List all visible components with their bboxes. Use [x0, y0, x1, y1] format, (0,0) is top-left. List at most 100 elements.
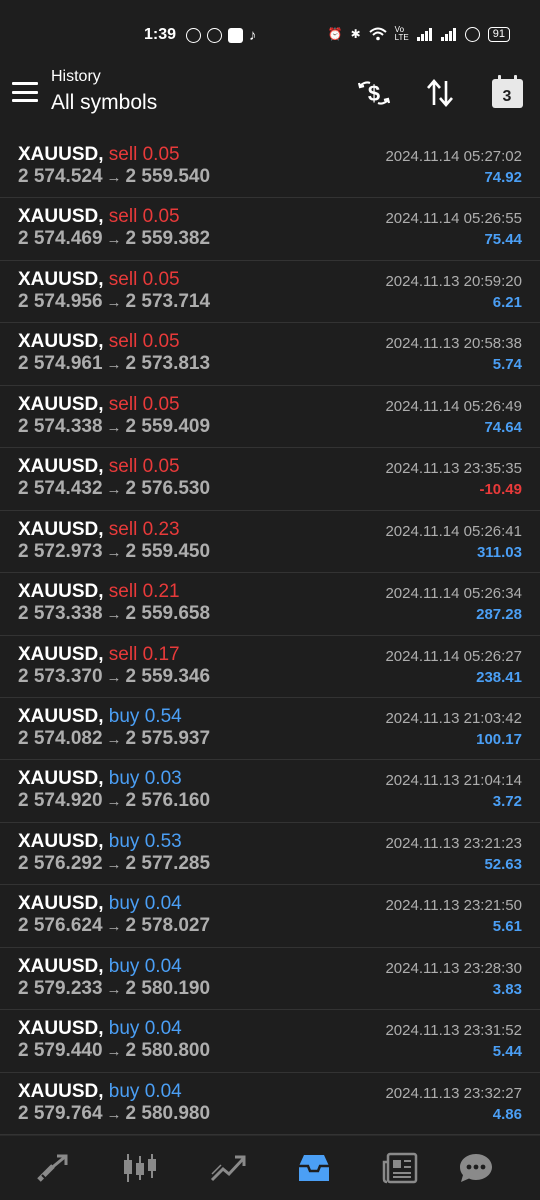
trade-side-label: sell — [108, 456, 138, 478]
currency-exchange-icon[interactable]: $ — [356, 76, 392, 110]
trade-profit: 5.61 — [492, 918, 522, 936]
trade-side: buy 0.04 — [109, 956, 182, 977]
trade-title: XAUUSD, sell 0.05 — [18, 331, 180, 353]
trade-profit: 4.86 — [492, 1105, 522, 1123]
trade-profit: 6.21 — [492, 293, 522, 311]
trade-prices: 2 579.233 → 2 580.190 — [18, 978, 210, 1000]
trade-volume: 0.04 — [144, 955, 182, 977]
trade-time: 2024.11.14 05:26:34 — [385, 585, 522, 603]
trade-row[interactable]: XAUUSD, sell 0.17 2 573.370 → 2 559.346 2024… — [0, 636, 540, 698]
trade-profit: 311.03 — [476, 543, 522, 561]
trade-side: buy 0.53 — [109, 831, 182, 852]
right-arrow-icon: → — [106, 918, 122, 936]
trade-side-label: buy — [108, 705, 140, 727]
trade-time: 2024.11.14 05:26:55 — [385, 210, 522, 228]
trade-row[interactable]: XAUUSD, sell 0.23 2 572.973 → 2 559.450 2024… — [0, 511, 540, 574]
trade-volume: 0.05 — [142, 268, 180, 290]
trade-symbol: XAUUSD, — [18, 643, 104, 665]
right-arrow-icon: → — [106, 418, 122, 436]
trade-row[interactable]: XAUUSD, sell 0.05 2 574.961 → 2 573.813 2024… — [0, 323, 540, 386]
trade-time: 2024.11.14 05:26:27 — [385, 647, 522, 665]
trade-row[interactable]: XAUUSD, buy 0.04 2 576.624 → 2 578.027 2024.… — [0, 885, 540, 948]
whatsapp-icon — [207, 28, 222, 43]
trade-volume: 0.04 — [144, 893, 182, 915]
trade-volume: 0.54 — [144, 705, 182, 727]
close-price: 2 559.409 — [125, 415, 211, 437]
trade-row[interactable]: XAUUSD, sell 0.21 2 573.338 → 2 559.658 2024… — [0, 573, 540, 636]
trade-side: sell 0.17 — [109, 644, 180, 665]
trade-volume: 0.05 — [142, 206, 180, 228]
trade-symbol: XAUUSD, — [18, 268, 104, 290]
trade-prices: 2 574.338 → 2 559.409 — [18, 416, 210, 438]
trade-row[interactable]: XAUUSD, buy 0.04 2 579.764 → 2 580.980 2024.… — [0, 1073, 540, 1135]
trade-symbol: XAUUSD, — [18, 144, 104, 165]
symbol-selector[interactable]: All symbols — [51, 91, 157, 115]
trade-row[interactable]: XAUUSD, sell 0.05 2 574.338 → 2 559.409 2024… — [0, 386, 540, 449]
trade-title: XAUUSD, buy 0.04 — [18, 1018, 182, 1040]
right-arrow-icon: → — [106, 1105, 122, 1123]
open-price: 2 574.432 — [18, 478, 103, 500]
trade-row[interactable]: XAUUSD, sell 0.05 2 574.524 → 2 559.540 2024… — [0, 136, 540, 199]
open-price: 2 576.292 — [18, 852, 103, 874]
trade-prices: 2 574.524 → 2 559.540 — [18, 166, 210, 188]
trade-symbol: XAUUSD, — [18, 206, 104, 228]
trade-volume: 0.05 — [142, 393, 180, 415]
close-price: 2 577.285 — [125, 852, 211, 874]
trade-prices: 2 572.973 → 2 559.450 — [18, 541, 210, 563]
open-price: 2 574.961 — [18, 353, 103, 375]
trade-profit: 3.83 — [492, 980, 522, 998]
trade-prices: 2 579.764 → 2 580.980 — [18, 1103, 210, 1125]
trade-row[interactable]: XAUUSD, buy 0.53 2 576.292 → 2 577.285 2024.… — [0, 823, 540, 886]
trade-profit: 75.44 — [484, 231, 522, 249]
trade-title: XAUUSD, sell 0.05 — [18, 456, 180, 478]
open-price: 2 576.624 — [18, 915, 103, 937]
trade-row[interactable]: XAUUSD, sell 0.05 2 574.956 → 2 573.714 2024… — [0, 261, 540, 324]
trade-side: buy 0.54 — [109, 706, 182, 727]
chart-icon[interactable] — [120, 1150, 160, 1186]
open-price: 2 574.469 — [18, 228, 103, 250]
trade-symbol: XAUUSD, — [18, 955, 104, 977]
trade-symbol: XAUUSD, — [18, 893, 104, 915]
bluetooth-icon: ✱ — [350, 27, 361, 41]
calendar-icon[interactable]: 3 — [489, 74, 525, 110]
trade-profit: 74.92 — [484, 169, 522, 186]
trade-row[interactable]: XAUUSD, buy 0.03 2 574.920 → 2 576.160 2024.… — [0, 760, 540, 823]
trade-side-label: buy — [108, 955, 140, 977]
trade-prices: 2 573.338 → 2 559.658 — [18, 603, 210, 625]
trade-title: XAUUSD, buy 0.04 — [18, 1081, 182, 1103]
close-price: 2 573.714 — [125, 290, 211, 312]
trade-symbol: XAUUSD, — [18, 1018, 104, 1040]
trade-icon[interactable] — [208, 1150, 248, 1186]
trade-history-list[interactable]: XAUUSD, sell 0.05 2 574.524 → 2 559.540 2024… — [0, 136, 540, 1135]
trade-profit: 74.64 — [484, 418, 522, 436]
quotes-icon[interactable] — [33, 1150, 73, 1186]
trade-row[interactable]: XAUUSD, sell 0.05 2 574.469 → 2 559.382 2024… — [0, 198, 540, 261]
right-arrow-icon: → — [106, 293, 122, 311]
trade-profit: 3.72 — [492, 793, 522, 811]
trade-side-label: sell — [108, 643, 138, 665]
trade-side: buy 0.04 — [109, 1018, 182, 1039]
trade-prices: 2 579.440 → 2 580.800 — [18, 1040, 210, 1062]
close-price: 2 576.530 — [125, 478, 211, 500]
signal-icon — [416, 27, 432, 41]
messages-icon[interactable] — [456, 1150, 496, 1186]
trade-row[interactable]: XAUUSD, sell 0.05 2 574.432 → 2 576.530 2024… — [0, 448, 540, 511]
trade-row[interactable]: XAUUSD, buy 0.04 2 579.440 → 2 580.800 2024.… — [0, 1010, 540, 1073]
trade-row[interactable]: XAUUSD, buy 0.54 2 574.082 → 2 575.937 2024.… — [0, 698, 540, 761]
sort-icon[interactable] — [422, 76, 458, 110]
right-arrow-icon: → — [106, 730, 122, 748]
trade-volume: 0.05 — [142, 144, 180, 165]
news-icon[interactable] — [380, 1150, 420, 1186]
open-price: 2 579.764 — [18, 1102, 103, 1124]
alarm-icon: ⏰ — [327, 27, 343, 41]
open-price: 2 573.370 — [18, 665, 103, 687]
trade-time: 2024.11.13 23:31:52 — [385, 1022, 522, 1040]
trade-row[interactable]: XAUUSD, buy 0.04 2 579.233 → 2 580.190 2024.… — [0, 948, 540, 1011]
right-arrow-icon: → — [106, 231, 122, 249]
trade-prices: 2 576.624 → 2 578.027 — [18, 915, 210, 937]
menu-icon[interactable] — [12, 82, 38, 102]
system-icons: ⏰ ✱ Vo LTE 91 — [328, 26, 510, 42]
history-icon[interactable] — [294, 1150, 334, 1186]
close-price: 2 575.937 — [125, 727, 211, 749]
close-price: 2 580.190 — [125, 977, 211, 999]
